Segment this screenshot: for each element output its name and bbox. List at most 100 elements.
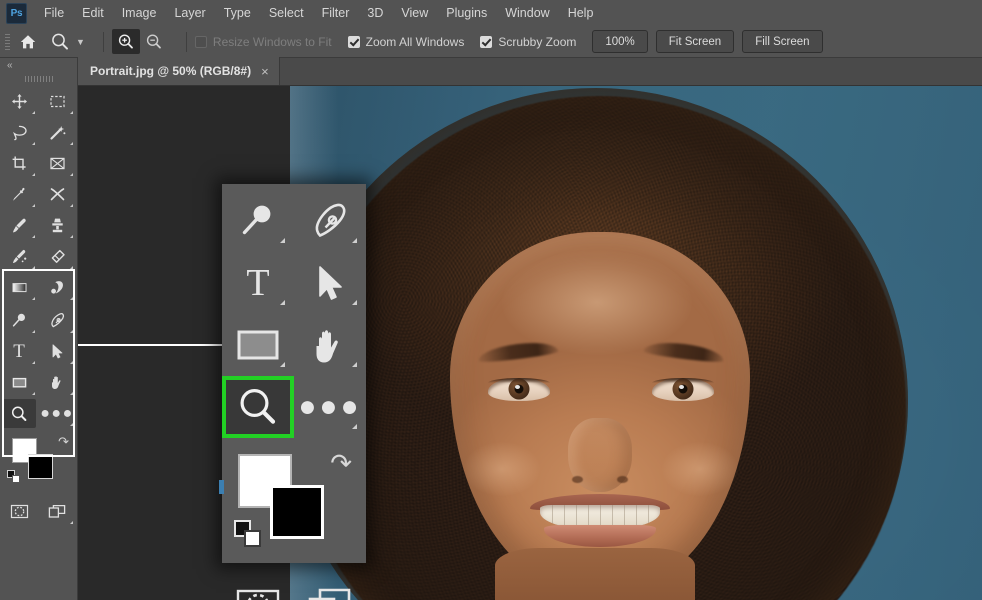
popup-tool-path-selection[interactable] bbox=[294, 252, 366, 314]
photo-edge-vignette bbox=[290, 86, 982, 600]
tool-type[interactable]: T bbox=[0, 336, 38, 367]
clone-stamp-icon bbox=[51, 218, 63, 233]
flyout-corner-icon bbox=[280, 362, 285, 367]
rectangle-icon bbox=[237, 330, 279, 360]
tool-crop[interactable] bbox=[0, 148, 38, 179]
menu-item-3d[interactable]: 3D bbox=[358, 3, 392, 24]
popup-tool-type[interactable]: T bbox=[222, 252, 294, 314]
canvas-area[interactable] bbox=[78, 86, 982, 600]
magnified-toolbar-popup: T ●●● ↷ bbox=[219, 184, 366, 600]
home-button[interactable] bbox=[14, 29, 42, 55]
menu-item-layer[interactable]: Layer bbox=[165, 3, 214, 24]
flyout-corner-icon bbox=[32, 361, 35, 364]
tool-quick-mask[interactable] bbox=[0, 496, 38, 527]
type-icon: T bbox=[246, 262, 270, 304]
menu-item-type[interactable]: Type bbox=[215, 3, 260, 24]
popup-tool-blur[interactable] bbox=[222, 190, 294, 252]
tool-frame[interactable] bbox=[38, 148, 76, 179]
type-icon: T bbox=[13, 341, 25, 362]
tools-panel-grip[interactable] bbox=[0, 73, 77, 84]
flyout-corner-icon bbox=[32, 111, 35, 114]
menu-item-view[interactable]: View bbox=[392, 3, 437, 24]
tool-dodge[interactable] bbox=[38, 272, 76, 303]
resize-windows-to-fit-checkbox[interactable]: Resize Windows to Fit bbox=[194, 34, 332, 49]
close-icon[interactable]: × bbox=[261, 65, 269, 78]
menu-item-edit[interactable]: Edit bbox=[73, 3, 113, 24]
popup-tool-zoom[interactable] bbox=[222, 376, 294, 438]
tool-blur[interactable] bbox=[0, 305, 38, 336]
zoom-all-windows-checkbox[interactable]: Zoom All Windows bbox=[347, 35, 464, 49]
menu-item-help[interactable]: Help bbox=[559, 3, 603, 24]
tool-brush[interactable] bbox=[0, 210, 38, 241]
tool-rectangle[interactable] bbox=[0, 367, 38, 398]
popup-tool-pen[interactable] bbox=[294, 190, 366, 252]
magic-wand-icon bbox=[49, 126, 65, 140]
document-tab-portrait[interactable]: Portrait.jpg @ 50% (RGB/8#) × bbox=[78, 57, 280, 85]
popup-background-color-swatch[interactable] bbox=[270, 485, 324, 539]
fill-screen-button[interactable]: Fill Screen bbox=[742, 30, 823, 53]
color-swatch-area: ↷ bbox=[0, 432, 77, 494]
marquee-icon bbox=[49, 95, 65, 108]
zoom-out-icon bbox=[146, 33, 161, 49]
tool-clone-stamp[interactable] bbox=[38, 210, 76, 241]
tool-magic-wand[interactable] bbox=[38, 117, 76, 148]
tool-pen[interactable] bbox=[38, 305, 76, 336]
flyout-corner-icon bbox=[70, 111, 73, 114]
tool-eraser[interactable] bbox=[38, 241, 76, 272]
zoom-in-button[interactable] bbox=[111, 29, 140, 54]
flyout-corner-icon bbox=[280, 300, 285, 305]
tool-healing-brush[interactable] bbox=[38, 179, 76, 210]
zoom-100-percent-button[interactable]: 100% bbox=[592, 30, 648, 53]
tool-zoom[interactable] bbox=[0, 398, 38, 429]
tools-grid-lower: T ●●● bbox=[0, 303, 77, 429]
pen-icon bbox=[315, 203, 346, 238]
tool-move[interactable] bbox=[0, 86, 38, 117]
fit-screen-button[interactable]: Fit Screen bbox=[655, 30, 735, 53]
magnifier-solid-icon bbox=[242, 205, 271, 235]
popup-tool-screen-mode[interactable] bbox=[294, 574, 366, 600]
default-colors-icon[interactable] bbox=[7, 470, 21, 484]
menu-item-select[interactable]: Select bbox=[260, 3, 313, 24]
collapse-panel-button[interactable]: « bbox=[0, 58, 77, 73]
flyout-corner-icon bbox=[280, 238, 285, 243]
quick-mask-icon bbox=[236, 589, 280, 600]
flyout-corner-icon bbox=[70, 297, 73, 300]
menu-item-window[interactable]: Window bbox=[496, 3, 558, 24]
checkbox-label: Resize Windows to Fit bbox=[212, 34, 332, 49]
swap-arrow-icon[interactable]: ↷ bbox=[58, 435, 69, 448]
options-bar: ▼ Resize Windows to Fit Zoom All Windows… bbox=[0, 26, 982, 58]
crop-icon bbox=[12, 156, 26, 170]
tool-path-selection[interactable] bbox=[38, 336, 76, 367]
menu-item-image[interactable]: Image bbox=[113, 3, 166, 24]
tool-gradient[interactable] bbox=[0, 272, 38, 303]
popup-tool-rectangle[interactable] bbox=[222, 314, 294, 376]
tool-preset-picker[interactable]: ▼ bbox=[48, 29, 89, 55]
flyout-corner-icon bbox=[70, 330, 73, 333]
zoom-icon bbox=[11, 406, 27, 421]
menu-item-plugins[interactable]: Plugins bbox=[437, 3, 496, 24]
default-colors-icon[interactable] bbox=[234, 520, 262, 548]
flyout-corner-icon bbox=[70, 392, 73, 395]
menu-item-file[interactable]: File bbox=[35, 3, 73, 24]
popup-tool-quick-mask[interactable] bbox=[222, 574, 294, 600]
popup-tool-edit-toolbar[interactable]: ●●● bbox=[294, 376, 366, 438]
options-bar-grip[interactable] bbox=[4, 31, 11, 53]
tool-lasso[interactable] bbox=[0, 117, 38, 148]
tool-edit-toolbar[interactable]: ●●● bbox=[38, 398, 76, 429]
chevron-down-icon: ▼ bbox=[76, 36, 85, 47]
gradient-icon bbox=[12, 283, 26, 293]
zoom-tool-icon bbox=[52, 33, 68, 50]
checkbox-box bbox=[194, 35, 207, 48]
tool-eyedropper[interactable] bbox=[0, 179, 38, 210]
zoom-out-button[interactable] bbox=[140, 29, 168, 54]
tool-history-brush[interactable] bbox=[0, 241, 38, 272]
photoshop-logo-icon: Ps bbox=[6, 2, 27, 24]
scrubby-zoom-checkbox[interactable]: Scrubby Zoom bbox=[480, 35, 576, 49]
tool-screen-mode[interactable] bbox=[38, 496, 76, 527]
menu-item-filter[interactable]: Filter bbox=[313, 3, 359, 24]
tool-hand[interactable] bbox=[38, 367, 76, 398]
tool-marquee[interactable] bbox=[38, 86, 76, 117]
swap-arrow-icon[interactable]: ↷ bbox=[330, 450, 352, 476]
background-color-swatch[interactable] bbox=[28, 454, 53, 479]
popup-tool-hand[interactable] bbox=[294, 314, 366, 376]
